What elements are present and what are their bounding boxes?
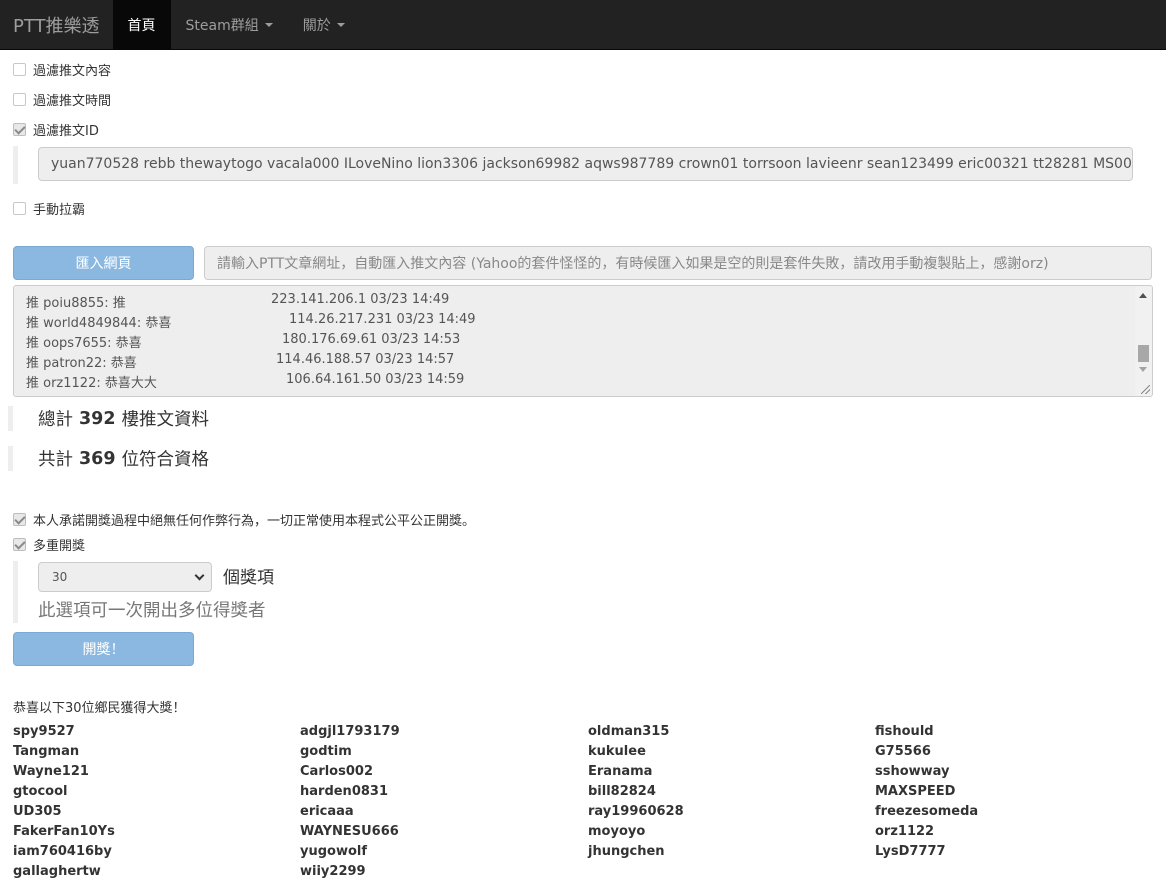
- manual-checkbox[interactable]: [13, 202, 26, 215]
- brand-logo[interactable]: PTT推樂透: [0, 0, 113, 49]
- comment-ip: 114.46.188.57 03/23 14:57: [276, 352, 455, 367]
- navbar: PTT推樂透 首頁 Steam群組 關於: [0, 0, 1166, 50]
- resize-grip-icon[interactable]: [1141, 385, 1150, 394]
- nav-steam-label: Steam群組: [185, 17, 259, 34]
- winner-name: Carlos002: [300, 764, 373, 779]
- winner-name: WAYNESU666: [300, 824, 399, 839]
- comments-textarea[interactable]: 推 poiu8855: 推 223.141.206.1 03/23 14:49 推…: [13, 285, 1153, 397]
- total-stat: 總計 392 樓推文資料: [8, 406, 209, 431]
- scroll-thumb[interactable]: [1138, 345, 1149, 362]
- winner-name: Wayne121: [13, 764, 89, 779]
- filter-id-block: [13, 146, 18, 184]
- nav-steam-group[interactable]: Steam群組: [171, 0, 288, 49]
- filter-content-checkbox[interactable]: [13, 63, 26, 76]
- winner-name: LysD7777: [875, 844, 946, 859]
- comment-ip: 114.26.217.231 03/23 14:49: [289, 312, 476, 327]
- eligible-prefix: 共計: [38, 450, 73, 470]
- winner-name: FakerFan10Ys: [13, 824, 115, 839]
- winner-name: wiiy2299: [300, 864, 366, 879]
- multi-row[interactable]: 多重開獎: [13, 535, 85, 554]
- multi-block: [13, 561, 18, 623]
- chevron-down-icon: [194, 570, 205, 581]
- comment-text: 推 poiu8855: 推: [26, 296, 126, 311]
- filter-id-checkbox[interactable]: [13, 123, 26, 136]
- comment-line: 推 orz1122: 恭喜大大 106.64.161.50 03/23 14:59: [26, 372, 464, 391]
- scrollbar[interactable]: [1135, 286, 1152, 396]
- filter-id-label: 過濾推文ID: [33, 124, 99, 139]
- comment-text: 推 oops7655: 恭喜: [26, 336, 142, 351]
- comment-ip: 223.141.206.1 03/23 14:49: [271, 292, 450, 307]
- winner-name: Tangman: [13, 744, 80, 759]
- filter-content-label: 過濾推文內容: [33, 64, 112, 79]
- winner-name: UD305: [13, 804, 62, 819]
- nav-about-label: 關於: [302, 17, 331, 34]
- winner-name: fishould: [875, 724, 934, 739]
- winner-name: bill82824: [588, 784, 656, 799]
- comment-line: 推 oops7655: 恭喜 180.176.69.61 03/23 14:53: [26, 332, 460, 351]
- comment-text: 推 orz1122: 恭喜大大: [26, 376, 157, 391]
- pledge-label: 本人承諾開獎過程中絕無任何作弊行為，一切正常使用本程式公平公正開獎。: [33, 514, 476, 529]
- filter-time-row[interactable]: 過濾推文時間: [13, 90, 111, 109]
- caret-down-icon: [336, 22, 345, 27]
- winner-name: iam760416by: [13, 844, 112, 859]
- multi-label: 多重開獎: [33, 539, 86, 554]
- filter-content-row[interactable]: 過濾推文內容: [13, 60, 111, 79]
- winners-title: 恭喜以下30位鄉民獲得大獎！: [13, 701, 186, 716]
- url-input[interactable]: 請輸入PTT文章網址，自動匯入推文內容 (Yahoo的套件怪怪的，有時候匯入如果…: [204, 246, 1152, 280]
- caret-down-icon: [264, 22, 273, 27]
- winner-name: ray19960628: [588, 804, 684, 819]
- scroll-up-arrow-icon[interactable]: [1139, 293, 1147, 298]
- filter-id-row[interactable]: 過濾推文ID: [13, 120, 99, 139]
- winner-name: adgjl1793179: [300, 724, 400, 739]
- prize-count-select[interactable]: 30: [38, 562, 212, 592]
- eligible-suffix: 位符合資格: [121, 450, 210, 470]
- winner-name: spy9527: [13, 724, 75, 739]
- comment-ip: 106.64.161.50 03/23 14:59: [286, 372, 465, 387]
- comment-ip: 180.176.69.61 03/23 14:53: [282, 332, 461, 347]
- comment-text: 推 patron22: 恭喜: [26, 356, 137, 371]
- winner-name: G75566: [875, 744, 931, 759]
- prize-unit-label: 個獎項: [223, 568, 274, 588]
- winner-name: sshowway: [875, 764, 950, 779]
- filter-time-label: 過濾推文時間: [33, 94, 112, 109]
- winner-name: godtim: [300, 744, 352, 759]
- comment-line: 推 poiu8855: 推 223.141.206.1 03/23 14:49: [26, 292, 449, 311]
- eligible-stat: 共計 369 位符合資格: [8, 446, 209, 471]
- manual-label: 手動拉霸: [33, 203, 86, 218]
- multi-checkbox[interactable]: [13, 538, 26, 551]
- import-button[interactable]: 匯入網頁: [13, 246, 194, 280]
- filter-id-input[interactable]: yuan770528 rebb thewaytogo vacala000 ILo…: [38, 147, 1133, 181]
- winner-name: oldman315: [588, 724, 670, 739]
- nav-home-label: 首頁: [127, 17, 156, 34]
- pledge-checkbox[interactable]: [13, 513, 26, 526]
- comment-line: 推 world4849844: 恭喜 114.26.217.231 03/23 1…: [26, 312, 476, 331]
- total-count: 392: [79, 408, 116, 429]
- prize-count-value: 30: [52, 570, 68, 584]
- winner-name: harden0831: [300, 784, 388, 799]
- winner-name: MAXSPEED: [875, 784, 956, 799]
- winner-name: yugowolf: [300, 844, 368, 859]
- winner-name: moyoyo: [588, 824, 646, 839]
- winner-name: orz1122: [875, 824, 935, 839]
- nav-home[interactable]: 首頁: [112, 0, 171, 49]
- multi-hint: 此選項可一次開出多位得獎者: [38, 601, 266, 621]
- nav-about[interactable]: 關於: [288, 0, 360, 49]
- manual-row[interactable]: 手動拉霸: [13, 199, 85, 218]
- filter-time-checkbox[interactable]: [13, 93, 26, 106]
- total-prefix: 總計: [38, 410, 73, 430]
- comment-text: 推 world4849844: 恭喜: [26, 316, 172, 331]
- total-suffix: 樓推文資料: [121, 410, 210, 430]
- winner-name: ericaaa: [300, 804, 354, 819]
- pledge-row[interactable]: 本人承諾開獎過程中絕無任何作弊行為，一切正常使用本程式公平公正開獎。: [13, 510, 475, 529]
- winner-name: Eranama: [588, 764, 653, 779]
- draw-button[interactable]: 開獎！: [13, 632, 194, 666]
- eligible-count: 369: [79, 448, 116, 469]
- comment-line: 推 patron22: 恭喜 114.46.188.57 03/23 14:57: [26, 352, 454, 371]
- winner-name: gtocool: [13, 784, 68, 799]
- winner-name: gallaghertw: [13, 864, 101, 879]
- scroll-down-arrow-icon[interactable]: [1139, 367, 1147, 372]
- winner-name: jhungchen: [588, 844, 665, 859]
- winner-name: kukulee: [588, 744, 646, 759]
- winner-name: freezesomeda: [875, 804, 979, 819]
